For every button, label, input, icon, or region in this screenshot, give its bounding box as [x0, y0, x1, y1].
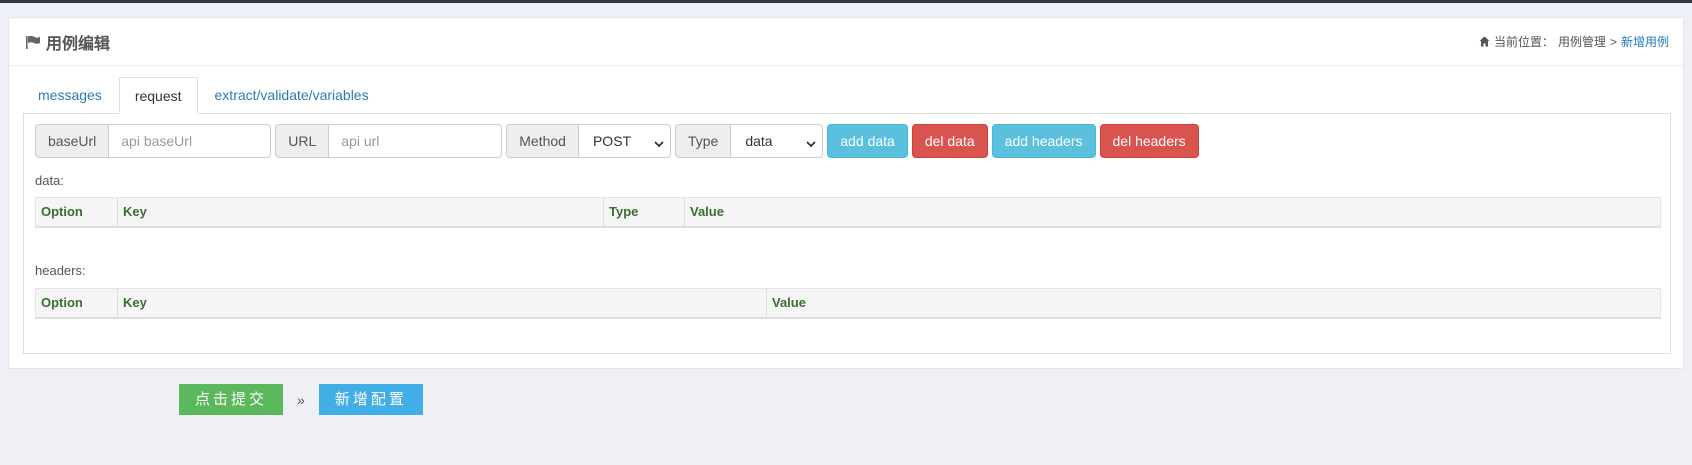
chevron-down-icon [654, 136, 664, 148]
tab-messages[interactable]: messages [23, 77, 117, 113]
form-actions: 点击提交 » 新增配置 [179, 384, 423, 415]
tab-bar: messages request extract/validate/variab… [23, 77, 1669, 114]
url-input[interactable] [328, 124, 503, 158]
data-col-value: Value [690, 204, 724, 219]
type-label: Type [674, 124, 731, 158]
baseurl-group: baseUrl [35, 124, 272, 158]
page-title: 用例编辑 [25, 30, 110, 54]
add-data-button[interactable]: add data [827, 124, 908, 158]
headers-section-label: headers: [35, 263, 86, 278]
headers-col-value: Value [772, 295, 806, 310]
headers-col-key: Key [118, 289, 767, 317]
request-toolbar: baseUrl URL Method POST Type data [35, 124, 1199, 158]
top-bar [0, 0, 1692, 3]
method-group: Method POST [506, 124, 671, 158]
headers-table-header: Option Key Value [35, 288, 1661, 319]
del-headers-button[interactable]: del headers [1099, 124, 1199, 158]
type-select[interactable]: data [730, 124, 824, 158]
type-group: Type data [674, 124, 824, 158]
chevron-down-icon [806, 136, 816, 148]
add-headers-button[interactable]: add headers [991, 124, 1096, 158]
breadcrumb-prefix: 当前位置： [1493, 35, 1554, 49]
tab-extract-validate-variables[interactable]: extract/validate/variables [200, 77, 384, 113]
tab-request[interactable]: request [118, 77, 198, 114]
data-col-option: Option [36, 198, 118, 226]
request-tab-content: baseUrl URL Method POST Type data [23, 113, 1671, 354]
breadcrumb: 当前位置： 用例管理 > 新增用例 [1479, 33, 1669, 50]
breadcrumb-separator: > [1609, 34, 1617, 49]
type-select-value: data [745, 133, 773, 149]
page-title-text: 用例编辑 [46, 35, 111, 53]
baseurl-input[interactable] [108, 124, 272, 158]
url-label: URL [275, 124, 329, 158]
headers-col-option: Option [36, 289, 118, 317]
add-config-button[interactable]: 新增配置 [318, 384, 423, 415]
flag-icon [25, 35, 41, 49]
method-select[interactable]: POST [577, 124, 671, 158]
home-icon [1479, 36, 1490, 47]
url-group: URL [275, 124, 503, 158]
submit-button[interactable]: 点击提交 [179, 384, 284, 415]
method-label: Method [506, 124, 578, 158]
actions-separator: » [297, 391, 305, 408]
case-edit-panel: 用例编辑 当前位置： 用例管理 > 新增用例 messages request … [8, 17, 1684, 369]
breadcrumb-parent: 用例管理 [1557, 35, 1606, 49]
data-section-label: data: [35, 173, 64, 188]
breadcrumb-current[interactable]: 新增用例 [1621, 33, 1669, 50]
data-table-header: Option Key Type Value [35, 197, 1661, 228]
panel-header: 用例编辑 当前位置： 用例管理 > 新增用例 [9, 18, 1683, 66]
data-col-key: Key [118, 198, 604, 226]
data-col-type: Type [604, 198, 685, 226]
baseurl-label: baseUrl [35, 124, 109, 158]
del-data-button[interactable]: del data [911, 124, 988, 158]
method-select-value: POST [592, 133, 632, 149]
